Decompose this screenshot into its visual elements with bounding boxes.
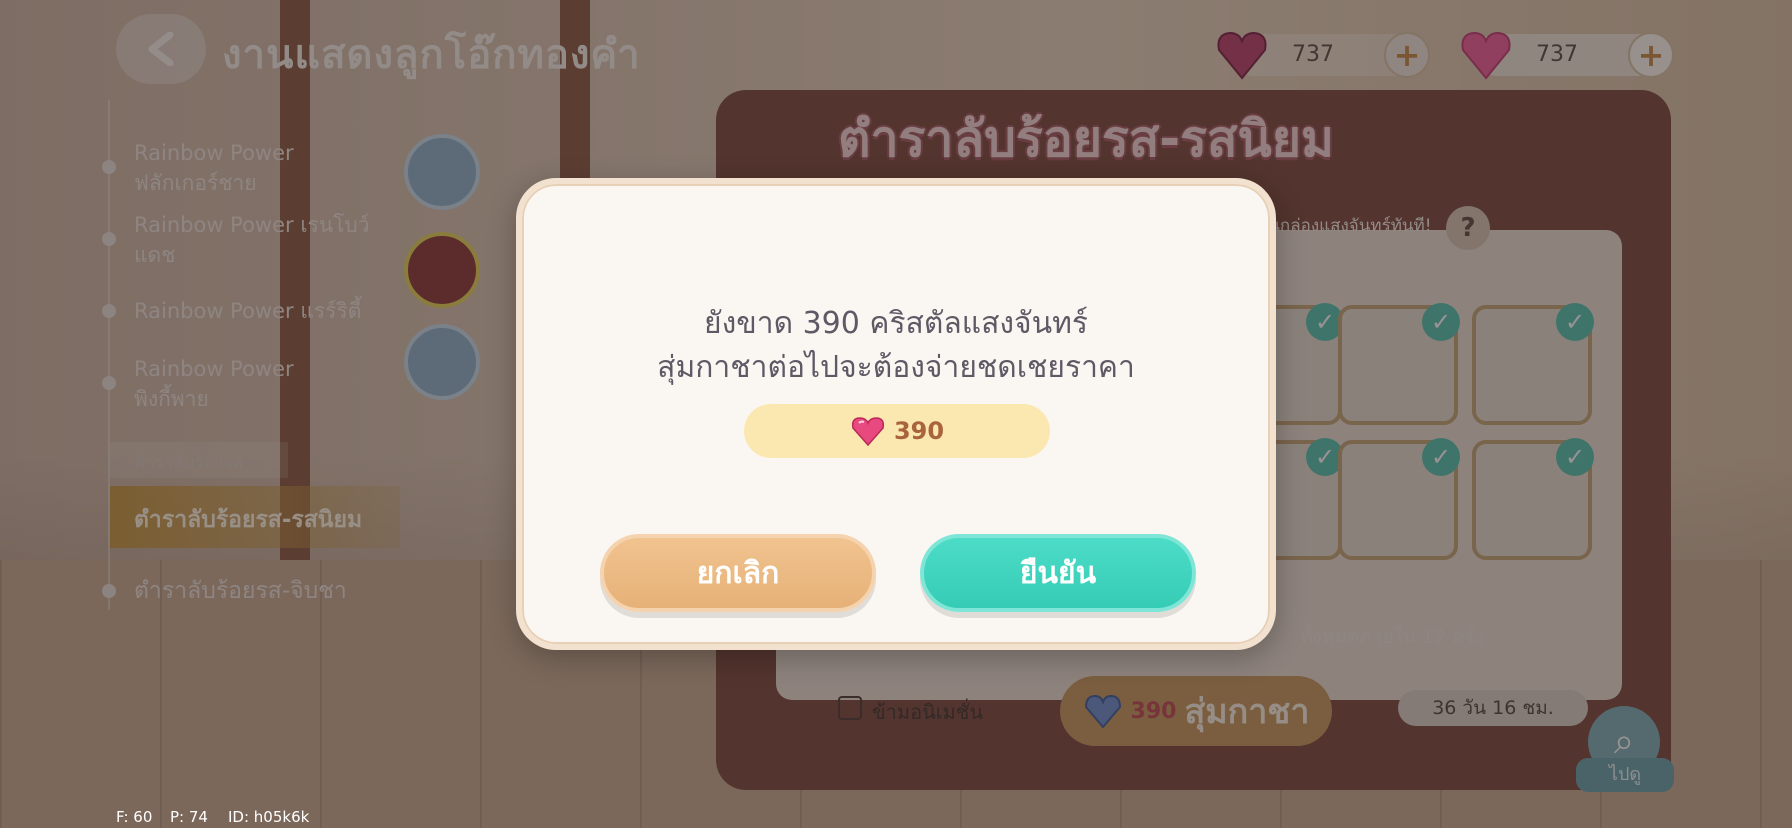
fps-readout: F: 60 [116,808,153,826]
ping-readout: P: 74 [170,808,208,826]
cancel-button[interactable]: ยกเลิก [600,534,876,612]
confirm-button[interactable]: ยืนยัน [920,534,1196,612]
dialog-message-line2: สุ่มกาชาต่อไปจะต้องจ่ายชดเชยราคา [657,350,1135,385]
player-id-readout: ID: h05k6k [228,808,310,826]
cost-pill: 390 [744,404,1050,458]
pink-heart-gem-icon [851,417,885,447]
dialog-message-line1: ยังขาด 390 คริสตัลแสงจันทร์ [703,306,1089,341]
cost-value: 390 [893,417,945,445]
purchase-confirm-dialog: ยังขาด 390 คริสตัลแสงจันทร์ สุ่มกาชาต่อไ… [516,178,1276,650]
